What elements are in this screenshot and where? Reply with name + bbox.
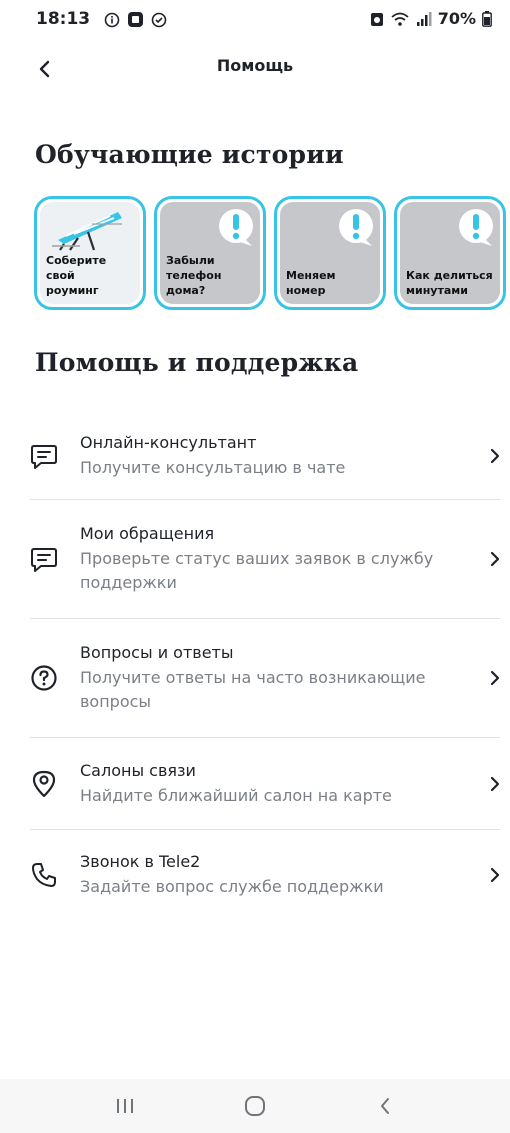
status-icons-left (104, 11, 167, 28)
exclamation-bubble-icon (219, 209, 253, 246)
chat-icon (31, 548, 57, 572)
item-title: Вопросы и ответы (80, 643, 234, 662)
item-subtitle: Найдите ближайший салон на карте (80, 785, 392, 805)
wifi-icon (391, 12, 409, 26)
system-nav-bar (0, 1079, 510, 1133)
list-item-my-requests[interactable]: Мои обращения Проверьте статус ваших зая… (30, 500, 500, 619)
question-circle-icon (31, 665, 57, 691)
location-pin-icon (32, 770, 56, 797)
item-icon (30, 769, 62, 799)
support-list: Онлайн-консультант Получите консультацию… (30, 412, 500, 920)
recents-icon (117, 1099, 133, 1113)
chevron-right-icon (480, 448, 500, 464)
status-icons-right: 70% (370, 9, 492, 28)
app-header: Помощь (0, 44, 510, 92)
shield-icon (151, 12, 167, 27)
back-icon (381, 1098, 389, 1114)
battery-icon (482, 10, 492, 27)
chat-icon (31, 444, 57, 469)
story-card-roaming[interactable]: Соберите свой роуминг (34, 196, 146, 310)
story-card-inner: Меняем номер (280, 202, 380, 304)
exclamation-bubble-icon (339, 209, 373, 246)
home-icon (245, 1096, 265, 1116)
page-title: Помощь (216, 56, 294, 75)
story-card-forgot-phone[interactable]: Забыли телефон дома? (154, 196, 266, 310)
stories-section-title: Обучающие истории (35, 140, 344, 169)
chevron-right-icon (480, 551, 500, 567)
item-icon (30, 664, 62, 692)
item-title: Онлайн-консультант (80, 432, 257, 452)
info-icon (104, 12, 120, 27)
signal-icon (416, 11, 432, 26)
item-icon (30, 442, 62, 470)
status-bar: 18:13 70% (0, 0, 510, 44)
battery-percent: 70% (437, 9, 476, 28)
item-text: Онлайн-консультант Получите консультацию… (80, 432, 480, 480)
story-card-inner: Соберите свой роуминг (40, 202, 140, 304)
exclamation-bubble-icon (459, 209, 493, 246)
item-title: Салоны связи (80, 760, 196, 780)
item-subtitle: Проверьте статус ваших заявок в службу п… (80, 549, 434, 592)
story-label: Соберите свой роуминг (46, 254, 107, 297)
beach-chair-icon (52, 212, 122, 251)
list-item-stores[interactable]: Салоны связи Найдите ближайший салон на … (30, 738, 500, 830)
home-button[interactable] (235, 1086, 275, 1126)
item-title: Мои обращения (80, 524, 215, 543)
list-item-online-consultant[interactable]: Онлайн-консультант Получите консультацию… (30, 412, 500, 500)
item-title: Звонок в Tele2 (80, 852, 201, 871)
story-card-inner: Как делиться минутами (400, 202, 500, 304)
item-text: Салоны связи Найдите ближайший салон на … (80, 760, 480, 808)
list-item-faq[interactable]: Вопросы и ответы Получите ответы на част… (30, 619, 500, 738)
item-icon (30, 861, 62, 889)
chevron-right-icon (480, 867, 500, 883)
stories-carousel[interactable]: Соберите свой роуминг Забыли телефон дом… (34, 196, 510, 314)
item-text: Вопросы и ответы Получите ответы на част… (80, 642, 480, 714)
status-time: 18:13 (36, 9, 91, 29)
story-label: Забыли телефон дома? (166, 254, 222, 297)
recents-button[interactable] (105, 1086, 145, 1126)
item-subtitle: Получите консультацию в чате (80, 457, 346, 477)
item-text: Мои обращения Проверьте статус ваших зая… (80, 523, 480, 595)
list-item-call-tele2[interactable]: Звонок в Tele2 Задайте вопрос службе под… (30, 830, 500, 920)
support-section-title: Помощь и поддержка (35, 348, 359, 377)
item-subtitle: Получите ответы на часто возникающие воп… (80, 668, 426, 711)
nav-back-button[interactable] (365, 1086, 405, 1126)
story-label: Меняем номер (286, 269, 336, 297)
phone-icon (32, 863, 56, 887)
item-icon (30, 545, 62, 573)
chevron-right-icon (480, 776, 500, 792)
story-card-change-number[interactable]: Меняем номер (274, 196, 386, 310)
chevron-right-icon (480, 670, 500, 686)
app-icon (128, 12, 143, 27)
item-subtitle: Задайте вопрос службе поддержки (80, 877, 384, 896)
story-card-share-minutes[interactable]: Как делиться минутами (394, 196, 506, 310)
story-label: Как делиться минутами (406, 269, 493, 297)
alarm-icon (370, 12, 383, 26)
item-text: Звонок в Tele2 Задайте вопрос службе под… (80, 851, 480, 899)
story-card-inner: Забыли телефон дома? (160, 202, 260, 304)
